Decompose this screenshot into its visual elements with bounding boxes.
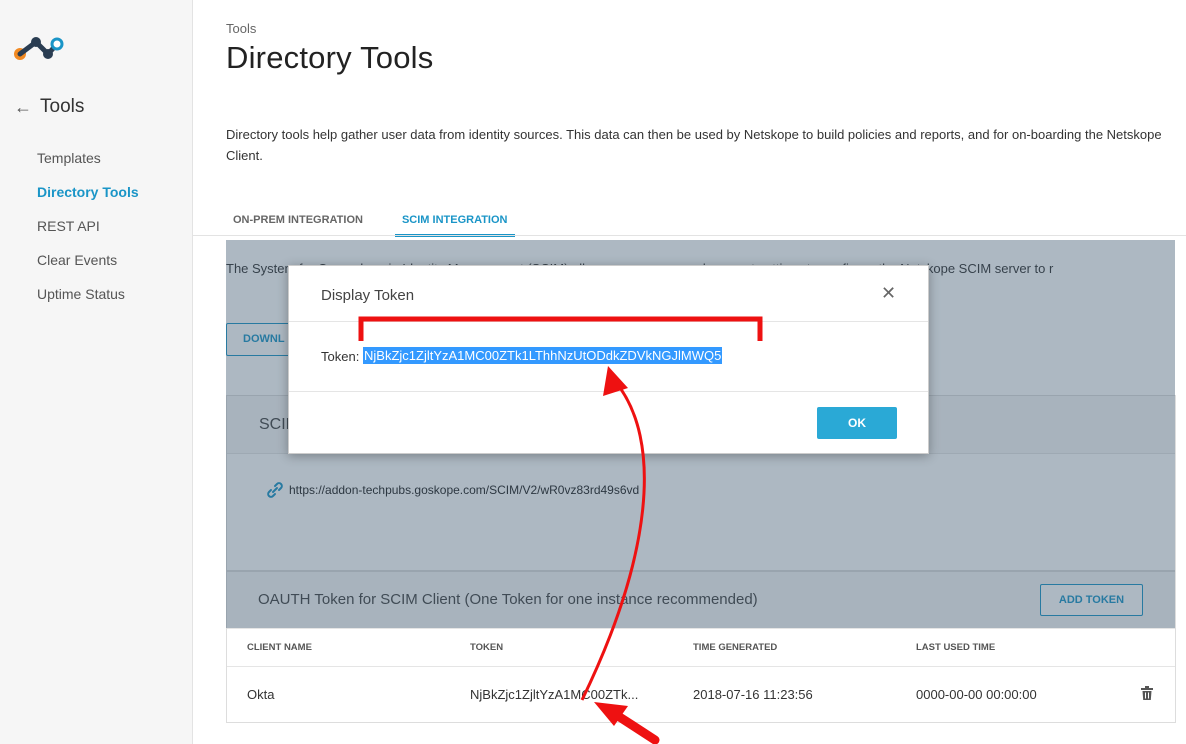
- token-label: Token:: [321, 349, 360, 364]
- table-header: CLIENT NAME TOKEN TIME GENERATED LAST US…: [227, 629, 1175, 667]
- client-name-cell: Okta: [247, 687, 275, 702]
- sidebar-item-clear-events[interactable]: Clear Events: [37, 250, 139, 284]
- sidebar-item-rest-api[interactable]: REST API: [37, 216, 139, 250]
- display-token-dialog: Display Token ✕ Token: NjBkZjc1ZjltYzA1M…: [288, 265, 929, 454]
- page-description: Directory tools help gather user data fr…: [226, 127, 1162, 163]
- dialog-title: Display Token: [321, 287, 415, 304]
- dialog-header: Display Token ✕: [289, 266, 928, 322]
- column-client-name: CLIENT NAME: [247, 642, 312, 653]
- tab-scim-integration[interactable]: SCIM INTEGRATION: [394, 206, 516, 237]
- column-time-generated: TIME GENERATED: [693, 642, 778, 653]
- back-to-tools[interactable]: ← Tools: [14, 96, 84, 118]
- sidebar-item-uptime-status[interactable]: Uptime Status: [37, 284, 139, 318]
- dialog-body: Token: NjBkZjc1ZjltYzA1MC00ZTk1LThhNzUtO…: [289, 322, 928, 392]
- last-used-cell: 0000-00-00 00:00:00: [916, 687, 1037, 702]
- sidebar: ← Tools Templates Directory Tools REST A…: [0, 0, 193, 744]
- sidebar-item-templates[interactable]: Templates: [37, 148, 139, 182]
- sidebar-item-directory-tools[interactable]: Directory Tools: [37, 182, 139, 216]
- netskope-logo-icon: [14, 37, 64, 60]
- trash-icon[interactable]: [1141, 686, 1153, 700]
- tab-on-prem-integration[interactable]: ON-PREM INTEGRATION: [226, 206, 371, 237]
- table-row: Okta NjBkZjc1ZjltYzA1MC00ZTk... 2018-07-…: [227, 667, 1175, 723]
- tab-divider: [193, 235, 1186, 236]
- back-label: Tools: [40, 96, 85, 117]
- token-value[interactable]: NjBkZjc1ZjltYzA1MC00ZTk1LThhNzUtODdkZDVk…: [363, 347, 723, 364]
- sidebar-nav: Templates Directory Tools REST API Clear…: [37, 148, 139, 318]
- token-cell[interactable]: NjBkZjc1ZjltYzA1MC00ZTk...: [470, 687, 638, 702]
- time-generated-cell: 2018-07-16 11:23:56: [693, 687, 813, 702]
- column-last-used-time: LAST USED TIME: [916, 642, 996, 653]
- ok-button[interactable]: OK: [817, 407, 897, 439]
- page-title: Directory Tools: [226, 40, 434, 75]
- tabs: ON-PREM INTEGRATION SCIM INTEGRATION: [226, 206, 539, 237]
- close-icon[interactable]: ✕: [881, 284, 896, 302]
- breadcrumb[interactable]: Tools: [226, 21, 256, 36]
- arrow-left-icon: ←: [14, 97, 32, 117]
- column-token: TOKEN: [470, 642, 504, 653]
